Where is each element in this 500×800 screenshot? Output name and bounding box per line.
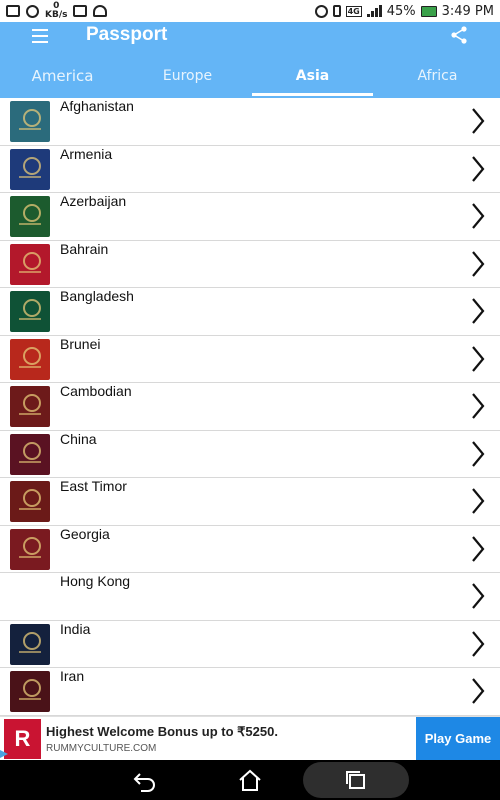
app-bar: Passport America Europe Asia Africa: [0, 22, 500, 98]
passport-thumbnail: [10, 338, 50, 380]
vibrate-icon: [332, 5, 341, 17]
country-row[interactable]: Hong Kong: [0, 573, 500, 621]
country-name: Iran: [60, 668, 85, 684]
passport-thumbnail: [10, 433, 50, 475]
country-name: Armenia: [60, 145, 113, 162]
country-row[interactable]: Brunei: [0, 335, 500, 383]
country-row[interactable]: Afghanistan: [0, 98, 500, 146]
ad-url: RUMMYCULTURE.COM: [46, 743, 157, 754]
network-speed: 0 KB/s: [45, 2, 67, 20]
battery-charging-icon: [420, 5, 437, 17]
headphones-icon: [93, 5, 108, 17]
hotspot-icon: [314, 4, 328, 18]
country-name: East Timor: [60, 478, 127, 494]
country-row[interactable]: Azerbaijan: [0, 193, 500, 241]
passport-thumbnail: [10, 623, 50, 665]
clock: 3:49 PM: [441, 3, 494, 19]
passport-thumbnail: [10, 386, 50, 427]
recent-apps-icon[interactable]: [342, 766, 370, 794]
passport-thumbnail: [10, 243, 50, 285]
home-icon[interactable]: [236, 766, 264, 794]
passport-thumbnail: [10, 481, 50, 522]
tab-asia[interactable]: Asia: [250, 62, 375, 98]
back-icon[interactable]: [131, 766, 159, 794]
country-name: Azerbaijan: [60, 193, 127, 209]
ad-logo[interactable]: R: [4, 719, 41, 759]
network-speed-unit: KB/s: [45, 10, 68, 20]
chevron-right-icon[interactable]: [470, 630, 486, 658]
region-tabs: America Europe Asia Africa: [0, 62, 500, 98]
chevron-right-icon[interactable]: [470, 487, 486, 515]
country-name: Afghanistan: [60, 98, 134, 114]
country-name: Cambodian: [60, 383, 132, 399]
country-row[interactable]: Iran: [0, 668, 500, 716]
chevron-right-icon[interactable]: [470, 677, 486, 705]
chevron-right-icon[interactable]: [470, 345, 486, 373]
notification-more-icon: [26, 4, 39, 18]
country-row[interactable]: Cambodian: [0, 383, 500, 431]
status-left: 0 KB/s: [6, 2, 108, 20]
passport-thumbnail: [10, 196, 50, 237]
country-name: India: [60, 620, 91, 637]
status-right: 4G 45% 3:49 PM: [314, 3, 494, 19]
country-name: China: [60, 430, 97, 447]
country-row[interactable]: Georgia: [0, 525, 500, 573]
country-name: Hong Kong: [60, 573, 131, 589]
country-name: Brunei: [60, 335, 101, 352]
signal-strength-icon: [366, 5, 382, 17]
chevron-right-icon[interactable]: [470, 392, 486, 420]
tab-america[interactable]: America: [0, 62, 125, 98]
passport-thumbnail: [10, 101, 50, 142]
passport-thumbnail: [10, 291, 50, 332]
passport-thumbnail: [10, 671, 50, 712]
app-title: Passport: [86, 24, 168, 45]
system-nav-bar: [0, 760, 500, 800]
hamburger-menu-icon[interactable]: [32, 29, 48, 43]
country-row[interactable]: India: [0, 620, 500, 668]
chevron-right-icon[interactable]: [470, 202, 486, 230]
country-row[interactable]: Bahrain: [0, 240, 500, 288]
chevron-right-icon[interactable]: [470, 440, 486, 468]
chevron-right-icon[interactable]: [470, 297, 486, 325]
image-notification-icon: [73, 5, 88, 17]
country-name: Georgia: [60, 525, 110, 542]
play-game-button[interactable]: Play Game: [416, 717, 500, 761]
chevron-right-icon[interactable]: [470, 107, 486, 135]
country-name: Bangladesh: [60, 288, 134, 304]
chevron-right-icon[interactable]: [470, 250, 486, 278]
country-row[interactable]: Bangladesh: [0, 288, 500, 336]
country-row[interactable]: China: [0, 430, 500, 478]
status-bar: 0 KB/s 4G 45% 3:49 PM: [0, 0, 500, 22]
app-screen: 0 KB/s 4G 45% 3:49 PM Passport America E…: [0, 0, 500, 800]
notification-app-icon: [6, 5, 20, 17]
ad-banner[interactable]: R Highest Welcome Bonus up to ₹5250. RUM…: [0, 716, 500, 761]
share-icon[interactable]: [450, 26, 468, 44]
ad-headline[interactable]: Highest Welcome Bonus up to ₹5250.: [46, 724, 278, 740]
country-row[interactable]: East Timor: [0, 478, 500, 526]
ad-choices-icon[interactable]: [0, 750, 8, 758]
country-name: Bahrain: [60, 240, 109, 257]
toolbar: Passport: [0, 22, 500, 62]
country-row[interactable]: Armenia: [0, 145, 500, 193]
country-list: Afghanistan Armenia Azerbaijan Bahrain Bangl…: [0, 98, 500, 716]
tab-africa[interactable]: Africa: [375, 62, 500, 98]
battery-percentage: 45%: [386, 3, 416, 19]
network-type-badge: 4G: [345, 5, 362, 17]
passport-thumbnail: [10, 148, 50, 190]
chevron-right-icon[interactable]: [470, 155, 486, 183]
chevron-right-icon[interactable]: [470, 582, 486, 610]
tab-europe[interactable]: Europe: [125, 62, 250, 98]
chevron-right-icon[interactable]: [470, 535, 486, 563]
passport-thumbnail: [10, 528, 50, 570]
